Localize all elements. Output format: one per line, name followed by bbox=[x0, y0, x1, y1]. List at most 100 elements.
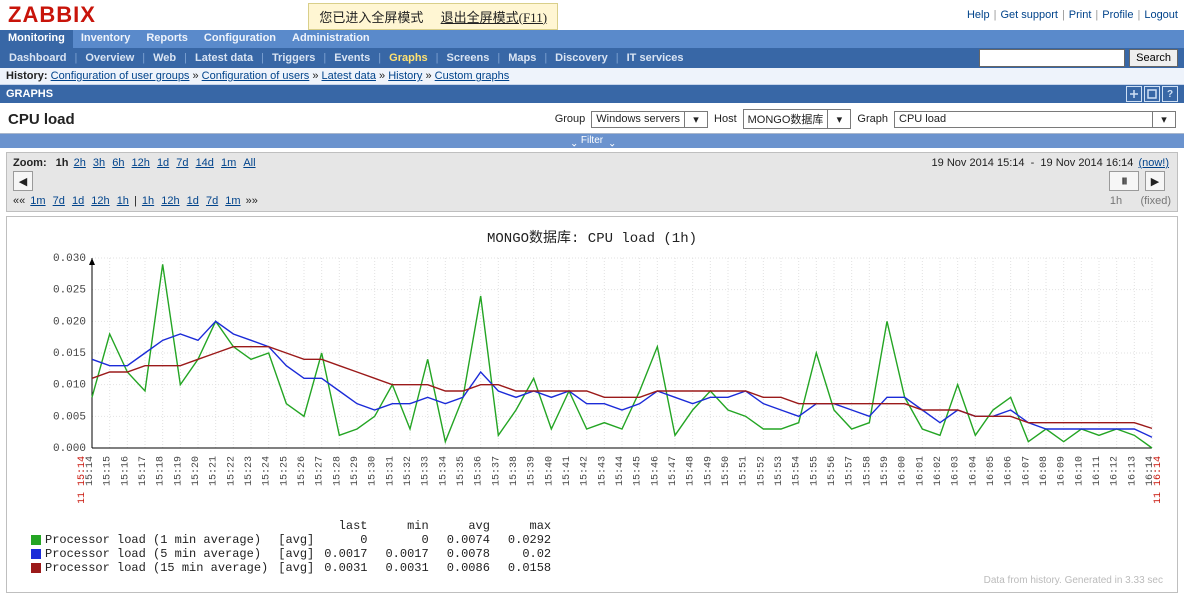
svg-text:0.025: 0.025 bbox=[53, 285, 86, 297]
main-tab-reports[interactable]: Reports bbox=[138, 30, 196, 48]
svg-text:15:54: 15:54 bbox=[792, 456, 803, 486]
duration-label: 1h bbox=[1110, 195, 1122, 207]
zoom-link-1h[interactable]: 1h bbox=[142, 195, 154, 207]
page-title: CPU load bbox=[8, 111, 75, 128]
time-navigator: Zoom: 1h 2h 3h 6h 12h 1d 7d 14d 1m All 1… bbox=[6, 152, 1178, 212]
sub-tabs: Dashboard|Overview|Web|Latest data|Trigg… bbox=[0, 48, 1184, 68]
svg-text:0.020: 0.020 bbox=[53, 316, 86, 328]
graph-select-value: CPU load bbox=[895, 112, 1152, 127]
zoom-link-12h[interactable]: 12h bbox=[161, 195, 179, 207]
search-button[interactable]: Search bbox=[1129, 49, 1178, 67]
breadcrumb-link[interactable]: Latest data bbox=[322, 70, 376, 82]
header-link-profile[interactable]: Profile bbox=[1102, 9, 1133, 21]
svg-text:15:27: 15:27 bbox=[315, 456, 326, 486]
header-link-get-support[interactable]: Get support bbox=[1000, 9, 1057, 21]
exit-fullscreen-link[interactable]: 退出全屏模式(F11) bbox=[441, 10, 547, 25]
zoom-link-6h[interactable]: 6h bbox=[112, 157, 124, 169]
zoom-link-12h[interactable]: 12h bbox=[132, 157, 150, 169]
sub-tab-dashboard[interactable]: Dashboard bbox=[3, 50, 72, 66]
svg-text:0.030: 0.030 bbox=[53, 253, 86, 265]
search-input[interactable] bbox=[979, 49, 1125, 67]
help-icon[interactable]: ? bbox=[1162, 86, 1178, 102]
fullscreen-icon[interactable] bbox=[1144, 86, 1160, 102]
sub-tab-overview[interactable]: Overview bbox=[79, 50, 140, 66]
zoom-link-3h[interactable]: 3h bbox=[93, 157, 105, 169]
zoom-link-1h[interactable]: 1h bbox=[117, 195, 129, 207]
generated-footer: Data from history. Generated in 3.33 sec bbox=[13, 575, 1171, 586]
svg-text:15:53: 15:53 bbox=[774, 456, 785, 486]
zoom-link-1m[interactable]: 1m bbox=[225, 195, 240, 207]
graph-select[interactable]: CPU load ▾ bbox=[894, 111, 1176, 128]
zoom-link-14d[interactable]: 14d bbox=[196, 157, 214, 169]
zoom-link-7d[interactable]: 7d bbox=[176, 157, 188, 169]
main-tab-configuration[interactable]: Configuration bbox=[196, 30, 284, 48]
zoom-link-1d[interactable]: 1d bbox=[72, 195, 84, 207]
svg-text:15:46: 15:46 bbox=[650, 456, 661, 486]
svg-text:15:57: 15:57 bbox=[845, 456, 856, 486]
main-tab-inventory[interactable]: Inventory bbox=[73, 30, 139, 48]
zoom-link-1d[interactable]: 1d bbox=[187, 195, 199, 207]
svg-text:16:11: 16:11 bbox=[1092, 456, 1103, 486]
zoom-link-1m[interactable]: 1m bbox=[221, 157, 236, 169]
svg-text:16:09: 16:09 bbox=[1057, 456, 1068, 486]
svg-text:15:37: 15:37 bbox=[491, 456, 502, 486]
chevron-down-icon[interactable]: ▾ bbox=[1152, 112, 1175, 127]
group-select[interactable]: Windows servers ▾ bbox=[591, 111, 708, 128]
zoom-link-All[interactable]: All bbox=[243, 157, 255, 169]
chevron-up-icon: ⌃ bbox=[608, 134, 616, 148]
header-link-logout[interactable]: Logout bbox=[1144, 9, 1178, 21]
sub-tab-triggers[interactable]: Triggers bbox=[266, 50, 321, 66]
svg-text:15:20: 15:20 bbox=[191, 456, 202, 486]
now-link[interactable]: (now!) bbox=[1138, 157, 1169, 169]
logo: ZABBIX bbox=[0, 2, 104, 28]
sub-tab-web[interactable]: Web bbox=[147, 50, 182, 66]
nav-scroll-icon[interactable]: |||||| bbox=[1109, 171, 1139, 191]
host-select[interactable]: MONGO数据库 ▾ bbox=[743, 109, 852, 129]
svg-text:15:52: 15:52 bbox=[756, 456, 767, 486]
nav-left-button[interactable]: ◀ bbox=[13, 171, 33, 191]
zoom-active: 1h bbox=[56, 157, 69, 169]
svg-text:16:08: 16:08 bbox=[1039, 456, 1050, 486]
chevron-down-icon[interactable]: ▾ bbox=[684, 112, 707, 127]
chevron-down-icon[interactable]: ▾ bbox=[827, 110, 850, 128]
legend-row: Processor load (15 min average)[avg]0.00… bbox=[31, 561, 569, 575]
sub-tab-discovery[interactable]: Discovery bbox=[549, 50, 614, 66]
breadcrumb-link[interactable]: History bbox=[388, 70, 422, 82]
svg-text:0.005: 0.005 bbox=[53, 411, 86, 423]
svg-text:15:19: 15:19 bbox=[173, 456, 184, 486]
sub-tab-graphs[interactable]: Graphs bbox=[383, 50, 434, 66]
header-link-help[interactable]: Help bbox=[967, 9, 990, 21]
zoom-link-1d[interactable]: 1d bbox=[157, 157, 169, 169]
zoom-link-12h[interactable]: 12h bbox=[91, 195, 109, 207]
sub-tab-maps[interactable]: Maps bbox=[502, 50, 542, 66]
range-from: 19 Nov 2014 15:14 bbox=[932, 157, 1025, 169]
legend-row: Processor load (5 min average)[avg]0.001… bbox=[31, 547, 569, 561]
svg-text:16:13: 16:13 bbox=[1127, 456, 1138, 486]
chevron-up-icon: ⌃ bbox=[570, 134, 578, 148]
svg-text:16:02: 16:02 bbox=[933, 456, 944, 486]
svg-text:16:01: 16:01 bbox=[915, 456, 926, 486]
svg-text:15:16: 15:16 bbox=[120, 456, 131, 486]
zoom-link-2h[interactable]: 2h bbox=[74, 157, 86, 169]
zoom-link-1m[interactable]: 1m bbox=[30, 195, 45, 207]
zoom-link-7d[interactable]: 7d bbox=[53, 195, 65, 207]
fixed-label: (fixed) bbox=[1140, 195, 1171, 207]
zoom-link-7d[interactable]: 7d bbox=[206, 195, 218, 207]
svg-text:15:50: 15:50 bbox=[721, 456, 732, 486]
breadcrumb-link[interactable]: Custom graphs bbox=[435, 70, 510, 82]
range-to: 19 Nov 2014 16:14 bbox=[1040, 157, 1133, 169]
filter-toggle[interactable]: ⌃ Filter ⌃ bbox=[0, 134, 1184, 148]
svg-text:15:43: 15:43 bbox=[597, 456, 608, 486]
breadcrumb-link[interactable]: Configuration of user groups bbox=[51, 70, 190, 82]
sub-tab-screens[interactable]: Screens bbox=[441, 50, 496, 66]
nav-right-button[interactable]: ▶ bbox=[1145, 171, 1165, 191]
add-icon[interactable] bbox=[1126, 86, 1142, 102]
main-tab-monitoring[interactable]: Monitoring bbox=[0, 30, 73, 48]
header-link-print[interactable]: Print bbox=[1069, 9, 1092, 21]
sub-tab-latest-data[interactable]: Latest data bbox=[189, 50, 259, 66]
main-tab-administration[interactable]: Administration bbox=[284, 30, 378, 48]
header-links: Help|Get support|Print|Profile|Logout bbox=[967, 9, 1184, 21]
sub-tab-events[interactable]: Events bbox=[328, 50, 376, 66]
sub-tab-it-services[interactable]: IT services bbox=[621, 50, 690, 66]
breadcrumb-link[interactable]: Configuration of users bbox=[202, 70, 310, 82]
